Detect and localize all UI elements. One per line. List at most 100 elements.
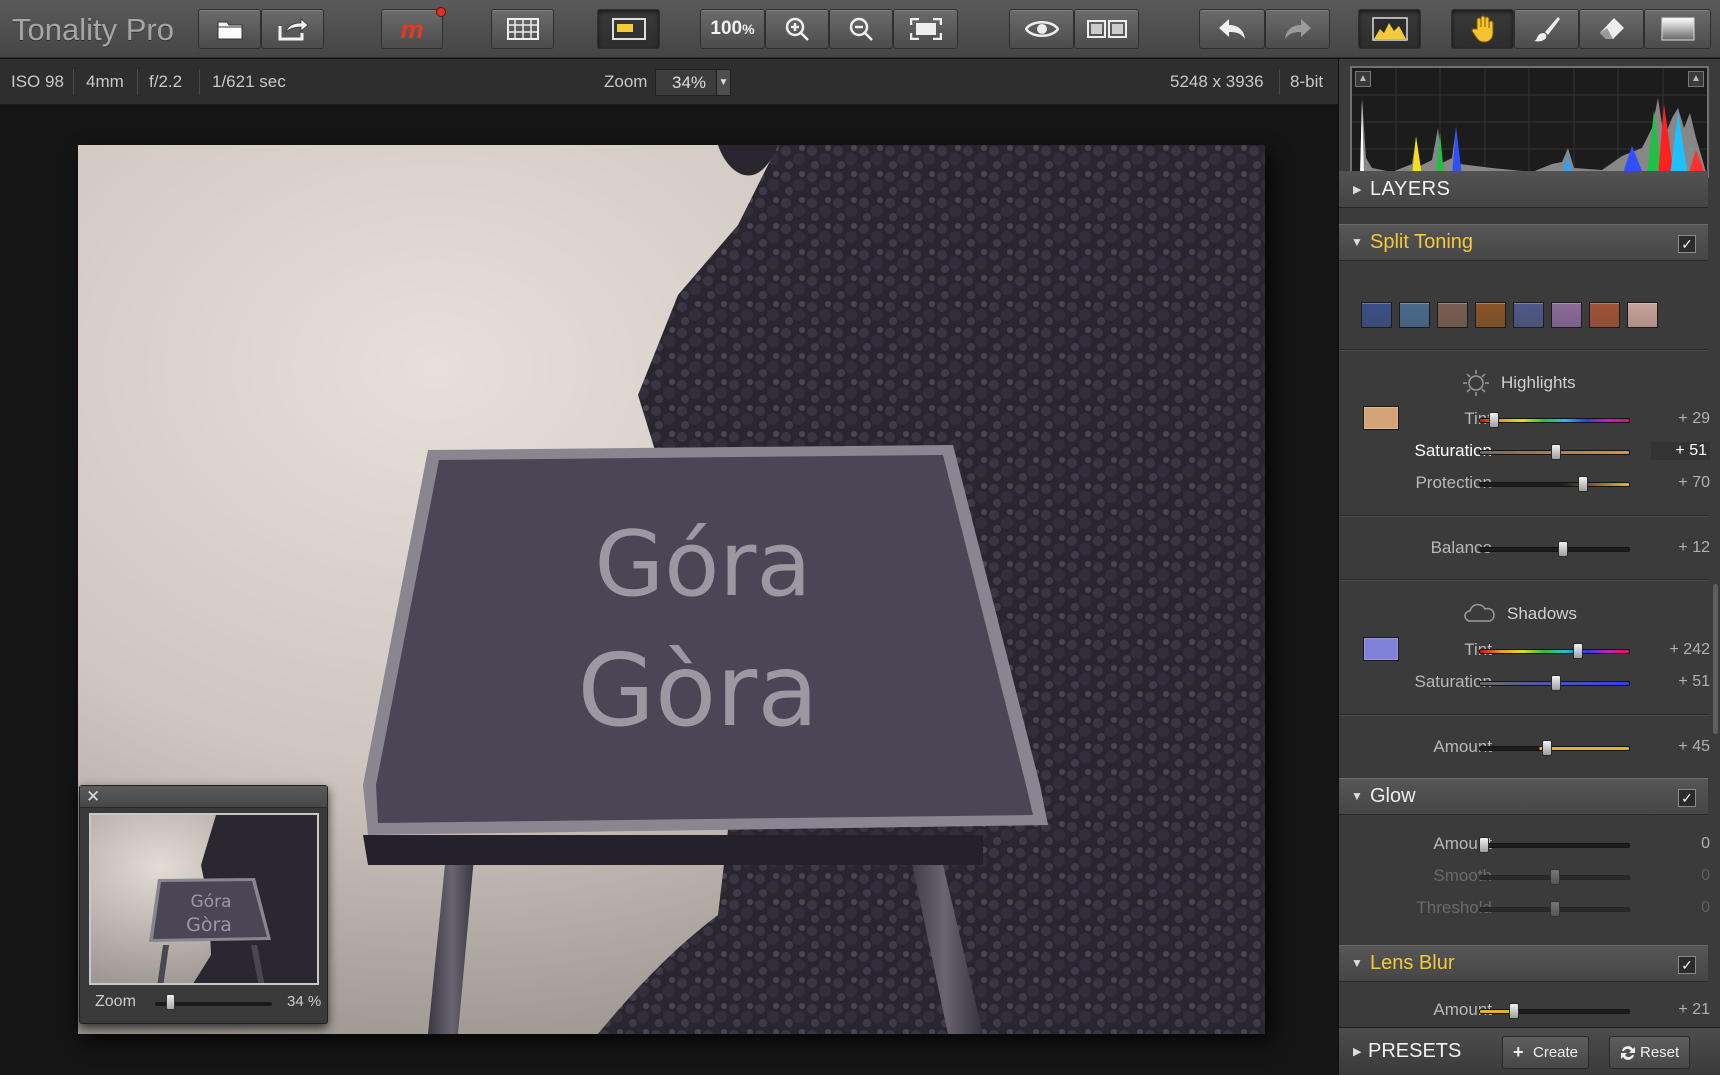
reset-label: Reset [1640, 1044, 1680, 1061]
sign-line-1: Góra [595, 512, 812, 617]
panel-scrollbar[interactable] [1713, 584, 1718, 734]
highlights-protection-slider[interactable] [1479, 482, 1630, 487]
tone-preset-swatch[interactable] [1361, 302, 1392, 328]
batch-button[interactable] [491, 9, 554, 49]
divider [1339, 515, 1708, 516]
histogram-toggle-icon [1371, 17, 1408, 41]
shadows-label: Shadows [1507, 604, 1577, 623]
highlights-color-chip[interactable] [1363, 406, 1399, 430]
undo-button[interactable] [1199, 9, 1265, 49]
navigator-zoom-knob[interactable] [165, 994, 175, 1010]
zoom-out-button[interactable] [829, 9, 893, 49]
navigator-panel: ✕ Góra Gòra Zoom 34 % [79, 785, 328, 1024]
tone-preset-swatch[interactable] [1399, 302, 1430, 328]
lens-blur-title: Lens Blur [1370, 952, 1455, 974]
shadow-clipping-toggle[interactable]: ▲ [1355, 71, 1371, 87]
histogram-toggle-button[interactable] [1358, 9, 1421, 49]
gradient-tool-button[interactable] [1644, 9, 1711, 49]
preview-button[interactable] [1009, 9, 1074, 49]
chevron-down-icon[interactable]: ▼ [716, 69, 731, 96]
split-toning-checkbox[interactable]: ✓ [1678, 235, 1696, 253]
shadows-tint-value: + 242 [1669, 641, 1710, 658]
preview-eye-icon [1024, 21, 1059, 37]
tone-preset-swatch[interactable] [1627, 302, 1658, 328]
eraser-tool-button[interactable] [1579, 9, 1644, 49]
glow-threshold-knob[interactable] [1549, 901, 1560, 917]
expand-triangle-icon: ▶ [1353, 1046, 1362, 1058]
navigator-thumbnail[interactable]: Góra Gòra [89, 813, 319, 985]
highlights-saturation-knob[interactable] [1550, 444, 1561, 460]
brush-tool-button[interactable] [1514, 9, 1579, 49]
undo-icon [1219, 19, 1245, 39]
batch-icon [506, 18, 539, 40]
glow-checkbox[interactable]: ✓ [1678, 789, 1696, 807]
tone-preset-swatch[interactable] [1437, 302, 1468, 328]
navigator-preview: Góra Gòra [91, 815, 317, 983]
shadows-color-chip[interactable] [1363, 637, 1399, 661]
sign-line-2: Gòra [577, 632, 818, 749]
highlights-tint-value: + 29 [1678, 410, 1710, 427]
info-bar: ISO 98 4mm f/2.2 1/621 sec Zoom 34% ▼ 52… [0, 59, 1338, 105]
image-canvas[interactable]: Góra Gòra ✕ Góra Gòra Zoom 34 % [0, 106, 1338, 1075]
presets-header[interactable]: ▶ PRESETS [1339, 1028, 1499, 1075]
lens-blur-checkbox[interactable]: ✓ [1678, 956, 1696, 974]
compare-button[interactable] [1074, 9, 1139, 49]
app-title: Tonality Pro [12, 12, 174, 47]
tone-preset-swatch[interactable] [1513, 302, 1544, 328]
create-preset-button[interactable]: + Create [1502, 1036, 1590, 1069]
iso-value: ISO 98 [11, 72, 64, 91]
balance-slider[interactable] [1479, 547, 1630, 552]
layers-header[interactable]: ▶ LAYERS [1339, 171, 1708, 208]
hand-tool-button[interactable] [1451, 9, 1514, 49]
balance-knob[interactable] [1557, 541, 1568, 557]
highlights-tint-slider[interactable] [1479, 418, 1630, 423]
histogram-graph [1352, 68, 1707, 176]
reset-button[interactable]: Reset [1609, 1036, 1691, 1069]
glow-header[interactable]: ▼ Glow ✓ [1339, 778, 1708, 815]
highlights-saturation-value: + 51 [1651, 442, 1710, 460]
zoom-in-button[interactable] [765, 9, 829, 49]
adjustments-panel: ▲ ▲ ▶ LAYERS ▼ Split Toning ✓ Highlights… [1338, 59, 1720, 1075]
highlight-clipping-toggle[interactable]: ▲ [1688, 71, 1704, 87]
highlights-protection-knob[interactable] [1577, 476, 1588, 492]
export-button[interactable] [261, 9, 324, 49]
lens-blur-amount-slider[interactable] [1479, 1009, 1630, 1014]
tone-preset-swatch[interactable] [1589, 302, 1620, 328]
plugin-icon: m [400, 13, 424, 44]
brush-tool-icon [1533, 17, 1560, 42]
lens-blur-amount-knob[interactable] [1508, 1003, 1519, 1019]
shadows-saturation-knob[interactable] [1550, 675, 1561, 691]
glow-amount-knob[interactable] [1479, 837, 1489, 853]
lens-blur-header[interactable]: ▼ Lens Blur ✓ [1339, 945, 1708, 982]
navigator-sign-line-1: Góra [191, 892, 232, 912]
presets-toggle-icon [611, 18, 646, 40]
info-separator [199, 69, 200, 95]
highlights-tint-knob[interactable] [1488, 412, 1499, 428]
shadows-tint-knob[interactable] [1573, 643, 1584, 659]
balance-value: + 12 [1678, 539, 1710, 556]
zoom-100-button[interactable]: 100% [700, 9, 765, 49]
toolbar: Tonality Pro m 100% [0, 0, 1720, 58]
expand-triangle-icon: ▶ [1353, 184, 1362, 196]
tone-preset-swatch[interactable] [1475, 302, 1506, 328]
glow-smooth-value: 0 [1701, 867, 1710, 884]
split-toning-header[interactable]: ▼ Split Toning ✓ [1339, 224, 1708, 261]
presets-toggle-button[interactable] [597, 9, 660, 49]
split-amount-slider[interactable] [1479, 746, 1630, 751]
glow-smooth-knob[interactable] [1549, 869, 1560, 885]
split-toning-title: Split Toning [1370, 231, 1474, 253]
tone-preset-swatch[interactable] [1551, 302, 1582, 328]
fit-screen-button[interactable] [893, 9, 958, 49]
plugin-button[interactable]: m [381, 7, 446, 49]
close-icon[interactable]: ✕ [86, 787, 100, 807]
open-button[interactable] [198, 9, 261, 49]
divider [1339, 714, 1708, 715]
split-amount-knob[interactable] [1542, 740, 1553, 756]
glow-amount-slider[interactable] [1479, 843, 1630, 848]
navigator-header[interactable]: ✕ [80, 786, 327, 808]
redo-button[interactable] [1265, 9, 1330, 49]
divider [1339, 349, 1708, 350]
navigator-sign-line-2: Gòra [186, 914, 232, 936]
zoom-in-icon [785, 17, 809, 41]
shadows-tint-slider[interactable] [1479, 649, 1630, 654]
